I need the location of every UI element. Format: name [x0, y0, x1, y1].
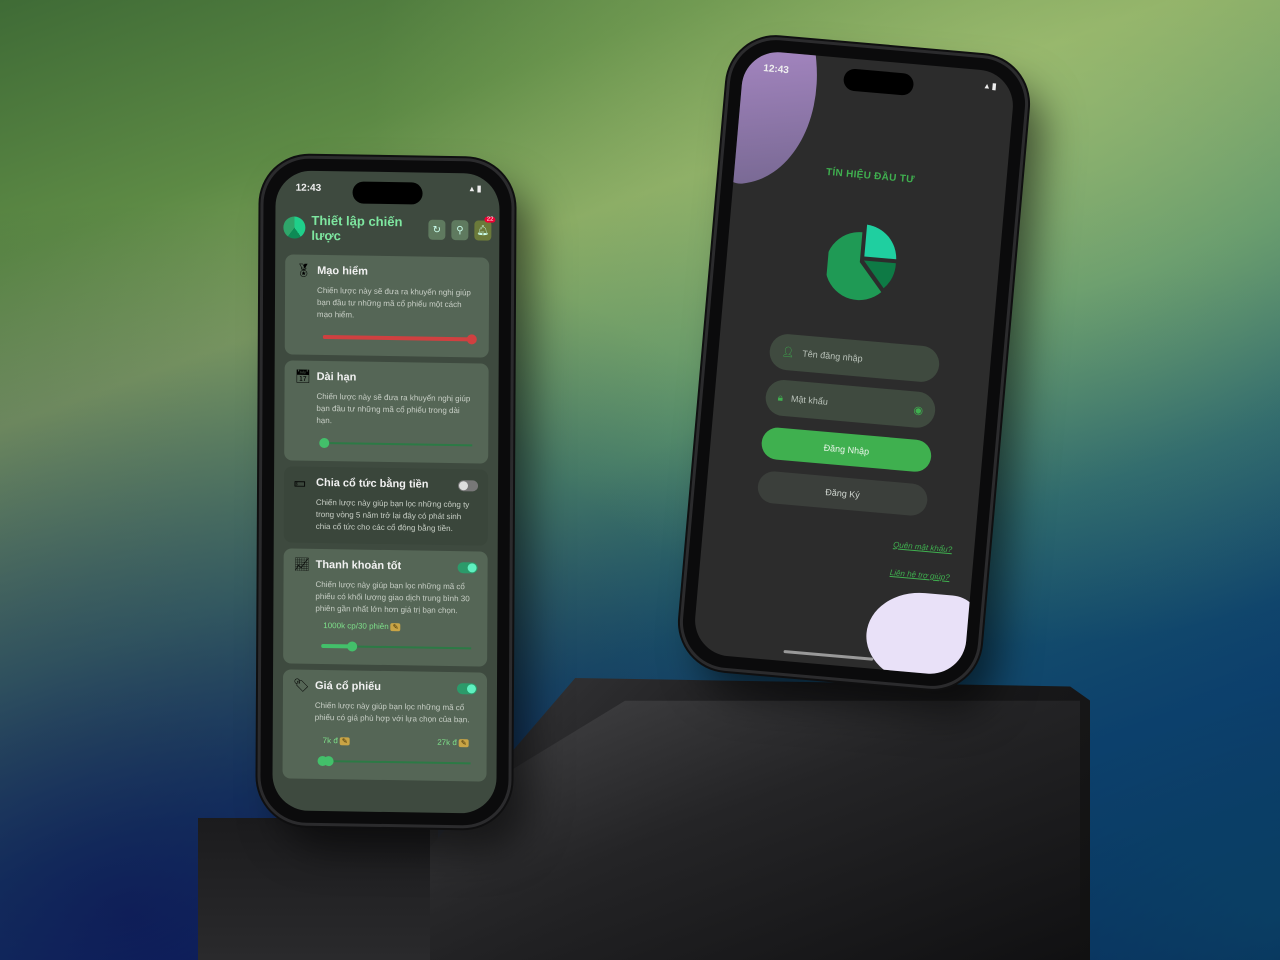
- chart-icon: 📈︎: [293, 556, 311, 572]
- risk-slider[interactable]: [322, 329, 477, 347]
- money-icon: 💵︎: [294, 474, 306, 490]
- wifi-battery-icon: ▴ ▮: [469, 183, 482, 194]
- home-indicator: [783, 649, 874, 661]
- page-title: Thiết lập chiến lược: [311, 212, 403, 244]
- min-price: 7k đ: [322, 736, 338, 746]
- edit-icon[interactable]: ✎: [458, 739, 469, 748]
- username-field[interactable]: 👤︎ Tên đăng nhập: [768, 332, 941, 384]
- bell-icon: 🔔︎: [476, 224, 490, 237]
- dynamic-island: [842, 68, 915, 97]
- eye-icon[interactable]: ◉: [913, 403, 924, 417]
- slider-knob[interactable]: [319, 437, 330, 449]
- medal-icon: 🏅︎: [295, 262, 312, 278]
- app-brand: TÍN HIỆU ĐẦU TƯ: [825, 166, 916, 186]
- pie-slice-top: [864, 224, 897, 260]
- price-toggle[interactable]: [456, 682, 478, 694]
- price-range-labels: 7k đ ✎ 27k đ ✎: [322, 736, 469, 748]
- login-screen: 12:43 ▴ ▮ TÍN HIỆU ĐẦU TƯ 👤︎ Tên đăng nh…: [692, 49, 1016, 677]
- slider-knob[interactable]: [466, 334, 477, 345]
- wifi-battery-icon: ▴ ▮: [984, 80, 998, 92]
- liquidity-slider[interactable]: [321, 638, 472, 656]
- max-price: 27k đ: [437, 737, 457, 748]
- price-range-slider[interactable]: [317, 753, 471, 771]
- card-description: Chiến lược này giúp bạn lọc những mã cổ …: [315, 579, 470, 616]
- card-title: Chia cổ tức bằng tiền: [316, 476, 429, 491]
- strategy-card-cash-dividend[interactable]: 💵︎ Chia cổ tức bằng tiền Chiến lược này …: [283, 466, 489, 546]
- strategy-card-risky[interactable]: 🏅︎ Mạo hiểm Chiến lược này sẽ đưa ra khu…: [284, 254, 490, 358]
- edit-icon[interactable]: ✎: [339, 737, 350, 746]
- register-button[interactable]: Đăng Ký: [756, 470, 929, 517]
- calendar-icon: 📅︎: [294, 368, 312, 384]
- notifications-button[interactable]: 🔔︎ 22: [474, 216, 496, 241]
- password-field[interactable]: 🔒︎ Mật khẩu ◉: [764, 378, 937, 430]
- card-title: Thanh khoản tốt: [315, 558, 402, 573]
- price-tag-icon: 🏷︎: [292, 677, 310, 693]
- strategy-card-liquidity[interactable]: 📈︎ Thanh khoản tốt Chiến lược này giúp b…: [283, 548, 488, 667]
- strategy-card-long-term[interactable]: 📅︎ Dài hạn Chiến lược này sẽ đưa ra khuy…: [284, 360, 489, 464]
- pedestal-block-left: [198, 818, 438, 960]
- dynamic-island: [352, 181, 423, 205]
- lock-icon: 🔒︎: [777, 392, 784, 404]
- edit-icon[interactable]: ✎: [390, 623, 401, 632]
- strategy-screen: 12:43 ▴ ▮ Thiết lập chiến lược ↻ ⚲ 🔔︎ 22…: [272, 170, 500, 814]
- card-description: Chiến lược này sẽ đưa ra khuyến nghị giú…: [316, 285, 471, 320]
- slider-knob-max[interactable]: [323, 756, 334, 767]
- long-term-slider[interactable]: [319, 435, 473, 453]
- status-time: 12:43: [295, 182, 322, 194]
- decorative-blob-bottom: [862, 588, 981, 677]
- search-icon: ⚲: [456, 224, 464, 236]
- strategy-card-stock-price[interactable]: 🏷︎ Giá cổ phiếu Chiến lược này giúp bạn …: [282, 669, 488, 782]
- dividend-toggle[interactable]: [458, 479, 479, 491]
- liquidity-toggle[interactable]: [457, 561, 478, 573]
- status-time: 12:43: [762, 62, 790, 77]
- user-icon: 👤︎: [781, 346, 795, 359]
- username-placeholder: Tên đăng nhập: [801, 348, 864, 364]
- refresh-button[interactable]: ↻: [428, 219, 446, 240]
- forgot-password-link[interactable]: Quên mật khẩu?: [893, 540, 953, 554]
- liquidity-value: 1000k cp/30 phiên ✎: [323, 621, 477, 632]
- notification-badge: 22: [484, 216, 496, 223]
- login-button[interactable]: Đăng Nhập: [760, 426, 933, 474]
- card-title: Dài hạn: [316, 370, 357, 384]
- search-button[interactable]: ⚲: [451, 220, 469, 241]
- app-logo: [283, 216, 306, 239]
- app-header: Thiết lập chiến lược ↻ ⚲ 🔔︎ 22: [275, 204, 499, 254]
- slider-knob[interactable]: [346, 641, 357, 652]
- contact-support-link[interactable]: Liên hệ trợ giúp?: [889, 568, 950, 582]
- phone-strategy-settings: 12:43 ▴ ▮ Thiết lập chiến lược ↻ ⚲ 🔔︎ 22…: [260, 158, 512, 826]
- card-title: Mạo hiểm: [317, 264, 368, 278]
- phone-login: 12:43 ▴ ▮ TÍN HIỆU ĐẦU TƯ 👤︎ Tên đăng nh…: [679, 36, 1029, 690]
- password-placeholder: Mật khẩu: [790, 393, 829, 407]
- card-description: Chiến lược này sẽ đưa ra khuyến nghị giú…: [316, 391, 471, 426]
- refresh-icon: ↻: [432, 224, 442, 236]
- card-description: Chiến lược này giúp bạn lọc những mã cổ …: [314, 700, 470, 725]
- strategy-list: 🏅︎ Mạo hiểm Chiến lược này sẽ đưa ra khu…: [282, 254, 490, 787]
- card-description: Chiến lược này giúp bạn lọc những công t…: [315, 497, 470, 534]
- pie-chart-logo: [825, 224, 897, 301]
- card-title: Giá cổ phiếu: [314, 679, 382, 693]
